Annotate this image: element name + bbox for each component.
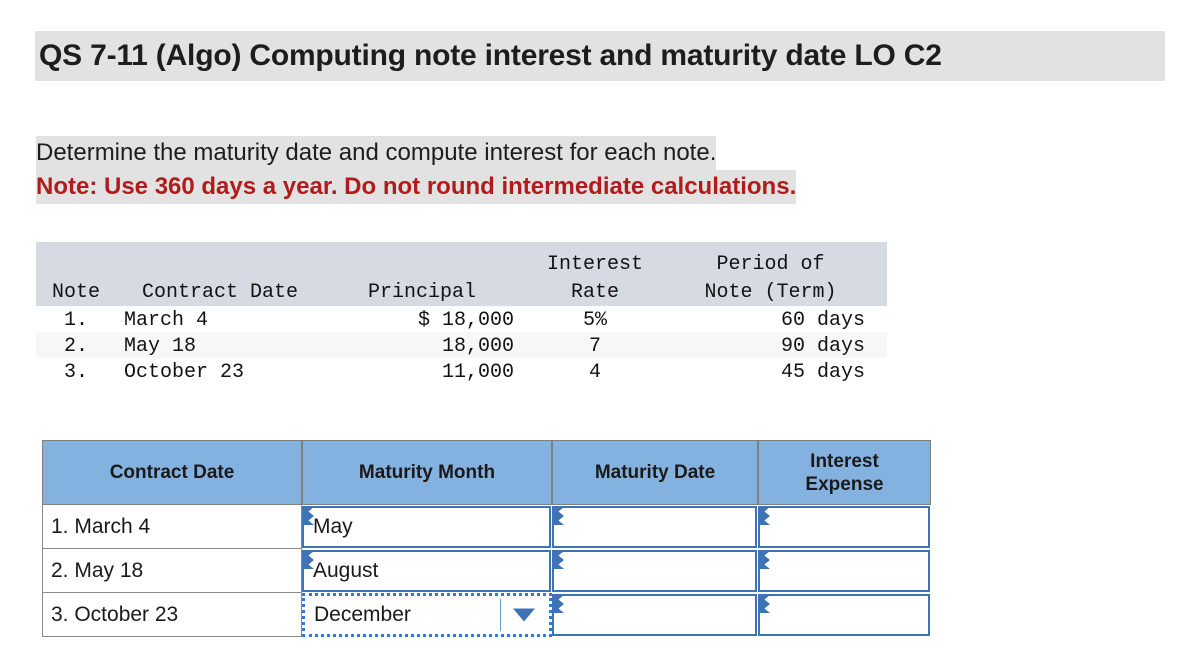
dropdown-divider: [500, 599, 501, 631]
maturity-month-cell[interactable]: May: [302, 505, 552, 549]
maturity-month-value: August: [313, 559, 379, 582]
cell-contract-date: March 4: [124, 309, 209, 332]
dropdown-corner-triangle-icon: [759, 551, 770, 569]
maturity-month-value: May: [313, 515, 353, 538]
answer-row-label: 1. March 4: [42, 505, 302, 549]
table-row: 2. May 18 18,000 7 90 days: [36, 332, 887, 358]
maturity-date-cell[interactable]: [552, 593, 758, 637]
header-spacer-contract: [116, 242, 324, 278]
dropdown-corner-triangle-icon: [553, 507, 564, 525]
answer-table-body: 1. March 4 May 2. May 18 August 3. Octob…: [42, 505, 931, 637]
instruction-line-primary: Determine the maturity date and compute …: [36, 136, 717, 170]
dropdown-corner-triangle-icon: [759, 507, 770, 525]
interest-expense-input[interactable]: [758, 550, 930, 592]
cell-term: 45 days: [780, 361, 865, 384]
cell-note: 2.: [36, 332, 116, 358]
cell-term: 60 days: [780, 309, 865, 332]
answer-table-header-row: Contract Date Maturity Month Maturity Da…: [42, 440, 931, 505]
dropdown-corner-triangle-icon: [303, 507, 314, 525]
answer-header-interest-expense-line2: Expense: [805, 473, 884, 495]
answer-header-interest-expense-line1: Interest: [810, 450, 879, 472]
note-data-table: Interest Period of Note Contract Date Pr…: [36, 242, 887, 384]
header-rate: Rate: [520, 278, 670, 306]
answer-row-label: 2. May 18: [42, 549, 302, 593]
maturity-month-input[interactable]: May: [302, 506, 551, 548]
instruction-line-note: Note: Use 360 days a year. Do not round …: [36, 170, 797, 204]
header-spacer-principal: [324, 242, 520, 278]
instructions-block: Determine the maturity date and compute …: [36, 136, 797, 204]
answer-header-interest-expense: Interest Expense: [758, 440, 931, 505]
cell-rate: 4: [588, 361, 601, 384]
interest-expense-cell[interactable]: [758, 549, 931, 593]
dropdown-corner-triangle-icon: [553, 595, 564, 613]
answer-header-maturity-month: Maturity Month: [302, 440, 552, 505]
dropdown-corner-triangle-icon: [553, 551, 564, 569]
maturity-date-cell[interactable]: [552, 549, 758, 593]
cell-contract-date: October 23: [124, 361, 245, 384]
cell-principal: $ 18,000: [417, 309, 514, 332]
header-note: Note: [36, 278, 116, 306]
dropdown-corner-triangle-icon: [303, 551, 314, 569]
cell-rate: 7: [520, 332, 670, 358]
answer-row-label: 3. October 23: [42, 593, 302, 637]
maturity-date-cell[interactable]: [552, 505, 758, 549]
page-title: QS 7-11 (Algo) Computing note interest a…: [39, 39, 942, 72]
maturity-date-input[interactable]: [552, 594, 757, 636]
table-row: 2. May 18 August: [42, 549, 931, 593]
header-period-top: Period of: [670, 242, 887, 278]
maturity-month-value: December: [314, 603, 411, 626]
note-table-head: Interest Period of Note Contract Date Pr…: [36, 242, 887, 306]
cell-principal: 18,000: [324, 332, 520, 358]
answer-table-head: Contract Date Maturity Month Maturity Da…: [42, 440, 931, 505]
note-table-body: 1. March 4 $ 18,000 5% 60 days 2. May 18…: [36, 306, 887, 384]
dropdown-corner-triangle-icon: [759, 595, 770, 613]
header-spacer-note: [36, 242, 116, 278]
maturity-date-input[interactable]: [552, 550, 757, 592]
maturity-month-input[interactable]: August: [302, 550, 551, 592]
answer-header-maturity-date: Maturity Date: [552, 440, 758, 505]
table-row: 3. October 23 11,000 4 45 days: [36, 358, 887, 384]
header-interest-top: Interest: [520, 242, 670, 278]
maturity-month-dropdown[interactable]: December: [302, 593, 552, 637]
cell-note: 3.: [63, 361, 88, 384]
maturity-date-input[interactable]: [552, 506, 757, 548]
interest-expense-input[interactable]: [758, 594, 930, 636]
maturity-month-cell-active[interactable]: December: [302, 593, 552, 637]
cell-principal: 11,000: [441, 361, 514, 384]
answer-header-contract-date: Contract Date: [42, 440, 302, 505]
header-contract-date: Contract Date: [116, 278, 324, 306]
cell-term: 90 days: [670, 332, 887, 358]
header-principal: Principal: [324, 278, 520, 306]
table-row: 1. March 4 May: [42, 505, 931, 549]
cell-contract-date: May 18: [116, 332, 324, 358]
interest-expense-input[interactable]: [758, 506, 930, 548]
interest-expense-cell[interactable]: [758, 593, 931, 637]
answer-row-label-cell: 3. October 23: [42, 593, 302, 637]
answer-row-label-cell: 1. March 4: [42, 505, 302, 549]
question-title-band: QS 7-11 (Algo) Computing note interest a…: [35, 31, 1165, 81]
header-term: Note (Term): [670, 278, 887, 306]
interest-expense-cell[interactable]: [758, 505, 931, 549]
chevron-down-icon[interactable]: [513, 608, 535, 622]
answer-row-label-cell: 2. May 18: [42, 549, 302, 593]
maturity-month-cell[interactable]: August: [302, 549, 552, 593]
table-row: 3. October 23 December: [42, 593, 931, 637]
note-table-header-row-bottom: Note Contract Date Principal Rate Note (…: [36, 278, 887, 306]
answer-entry-table: Contract Date Maturity Month Maturity Da…: [42, 440, 931, 637]
table-row: 1. March 4 $ 18,000 5% 60 days: [36, 306, 887, 332]
note-table-header-row-top: Interest Period of: [36, 242, 887, 278]
cell-rate: 5%: [582, 309, 607, 332]
cell-note: 1.: [63, 309, 88, 332]
